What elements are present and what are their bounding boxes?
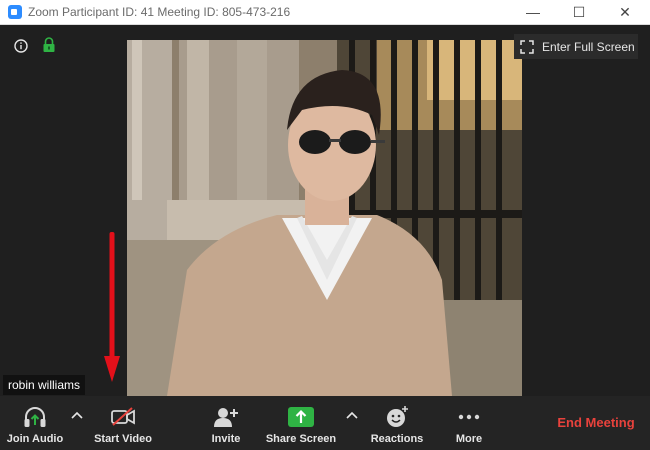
annotation-arrow-icon — [104, 232, 120, 382]
participant-video — [127, 40, 522, 396]
add-participant-icon — [214, 408, 238, 427]
reactions-label: Reactions — [370, 433, 424, 445]
share-screen-icon — [288, 407, 314, 427]
video-off-icon — [111, 407, 135, 426]
window-titlebar: Zoom Participant ID: 41 Meeting ID: 805-… — [0, 0, 650, 25]
participant-video-image — [127, 40, 522, 396]
start-video-label: Start Video — [94, 433, 152, 445]
fullscreen-icon — [520, 39, 534, 54]
zoom-logo-icon — [8, 5, 22, 19]
end-meeting-button[interactable]: End Meeting — [550, 415, 642, 433]
join-audio-button[interactable]: Join Audio — [2, 396, 68, 450]
minimize-button[interactable]: — — [510, 0, 556, 24]
start-video-button[interactable]: Start Video — [88, 396, 158, 450]
invite-button[interactable]: Invite — [200, 396, 252, 450]
enter-full-screen-button[interactable]: Enter Full Screen — [514, 34, 638, 59]
close-button[interactable]: ✕ — [602, 0, 648, 24]
window-title: Zoom Participant ID: 41 Meeting ID: 805-… — [28, 5, 291, 19]
more-dots-icon — [458, 414, 480, 420]
more-label: More — [455, 433, 483, 445]
encryption-lock-icon[interactable] — [42, 37, 56, 53]
reactions-button[interactable]: Reactions — [366, 396, 428, 450]
audio-options-caret-icon[interactable] — [70, 410, 84, 420]
share-options-caret-icon[interactable] — [345, 410, 359, 420]
share-screen-button[interactable]: Share Screen — [264, 396, 338, 450]
video-area: Enter Full Screen robin williams — [0, 25, 650, 396]
share-screen-label: Share Screen — [265, 433, 337, 445]
invite-label: Invite — [211, 433, 241, 445]
join-audio-label: Join Audio — [6, 433, 64, 445]
enter-full-screen-label: Enter Full Screen — [542, 39, 635, 54]
more-button[interactable]: More — [446, 396, 492, 450]
participant-name-label: robin williams — [3, 375, 86, 395]
headphones-icon — [24, 407, 46, 427]
maximize-button[interactable]: ☐ — [556, 0, 602, 24]
emoji-reactions-icon — [387, 406, 408, 427]
info-icon[interactable] — [14, 39, 28, 53]
